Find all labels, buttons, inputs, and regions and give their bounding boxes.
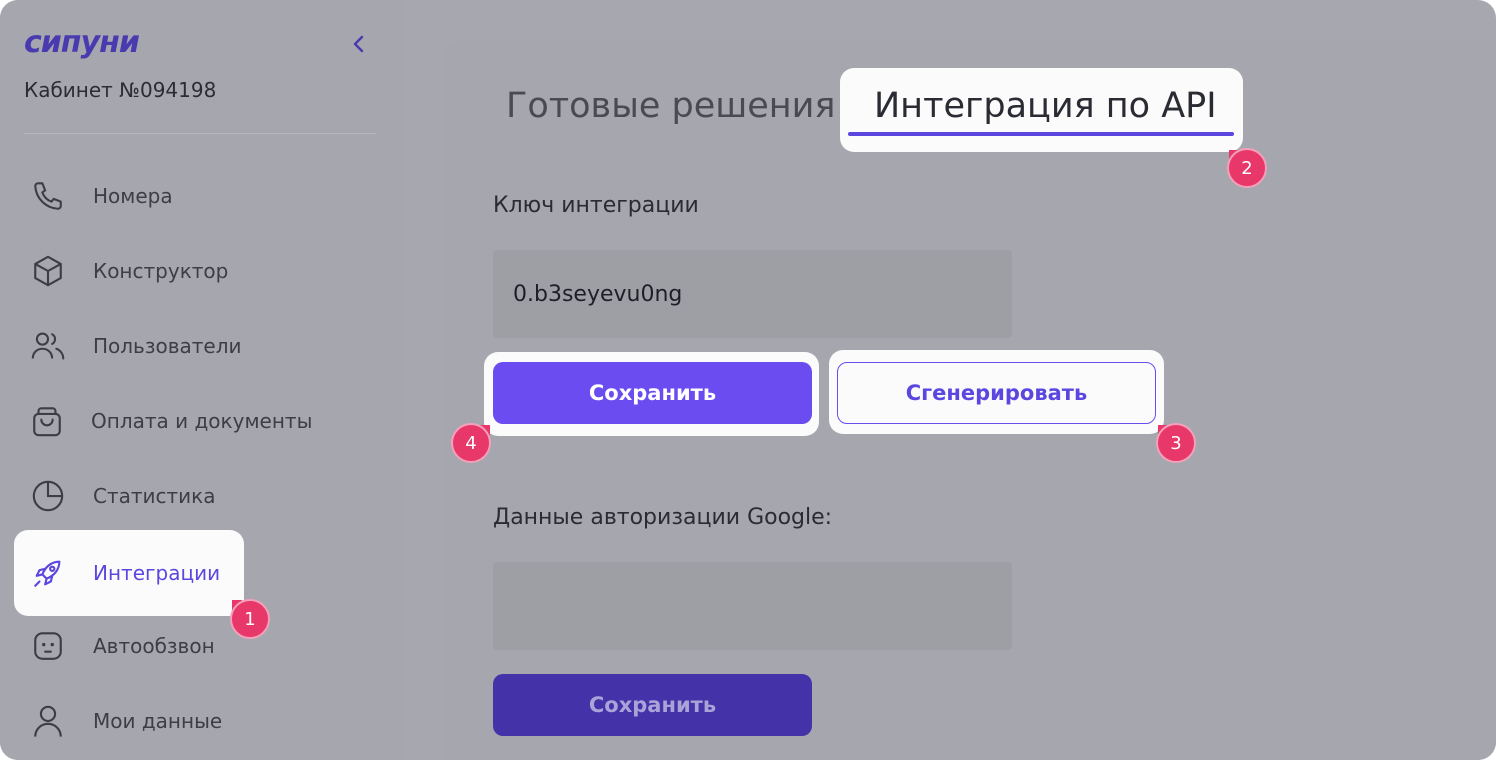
sidebar-item-label: Пользователи	[93, 334, 242, 358]
sidebar-item-label: Автообзвон	[93, 634, 215, 658]
tab-ready-solutions[interactable]: Готовые решения	[506, 86, 835, 126]
save-integration-key-button[interactable]: Сохранить	[493, 362, 812, 424]
integration-key-field[interactable]: 0.b3seyevu0ng	[493, 250, 1012, 338]
app-window: сипуни Кабинет №094198 Номера Конструкто…	[0, 0, 1496, 760]
tab-api-integration[interactable]: Интеграция по API	[840, 68, 1243, 152]
google-auth-field[interactable]	[493, 562, 1012, 650]
step-marker-2: 2	[1227, 148, 1267, 188]
google-auth-label: Данные авторизации Google:	[493, 505, 833, 530]
users-icon	[30, 328, 66, 364]
sidebar-divider	[24, 133, 376, 134]
sidebar-item-my-data[interactable]: Мои данные	[14, 678, 244, 760]
sidebar: сипуни Кабинет №094198 Номера Конструкто…	[0, 0, 405, 760]
sidebar-item-autodial[interactable]: Автообзвон	[14, 603, 244, 689]
tab-api-integration-label: Интеграция по API	[874, 86, 1217, 126]
phone-icon	[30, 178, 66, 214]
rocket-icon	[30, 555, 66, 591]
sidebar-item-label: Интеграции	[93, 561, 221, 585]
robot-icon	[30, 628, 66, 664]
shopping-bag-icon	[30, 403, 64, 439]
sidebar-item-users[interactable]: Пользователи	[14, 303, 244, 389]
pie-chart-icon	[30, 478, 66, 514]
sidebar-item-label: Номера	[93, 184, 173, 208]
sidebar-item-numbers[interactable]: Номера	[14, 153, 244, 239]
logo: сипуни	[24, 25, 164, 66]
sidebar-item-statistics[interactable]: Статистика	[14, 453, 244, 539]
step-marker-3: 3	[1156, 423, 1196, 463]
step-marker-1: 1	[230, 599, 270, 639]
integration-key-label: Ключ интеграции	[493, 193, 699, 218]
sidebar-item-label: Оплата и документы	[91, 409, 313, 433]
save-google-auth-button[interactable]: Сохранить	[493, 674, 812, 736]
logo-wordmark: сипуни	[24, 25, 141, 60]
svg-text:сипуни: сипуни	[24, 26, 140, 60]
sidebar-item-constructor[interactable]: Конструктор	[14, 228, 244, 314]
user-icon	[30, 703, 66, 739]
generate-key-button[interactable]: Сгенерировать	[837, 362, 1156, 424]
sidebar-item-label: Конструктор	[93, 259, 229, 283]
sidebar-item-label: Статистика	[93, 484, 216, 508]
cube-icon	[30, 253, 66, 289]
step-marker-4: 4	[451, 423, 491, 463]
sidebar-item-payments[interactable]: Оплата и документы	[14, 378, 312, 464]
cabinet-number: Кабинет №094198	[24, 78, 217, 102]
sidebar-item-label: Мои данные	[93, 709, 223, 733]
chevron-left-icon	[353, 35, 364, 53]
tab-active-underline	[848, 132, 1234, 136]
collapse-sidebar-button[interactable]	[346, 32, 370, 60]
